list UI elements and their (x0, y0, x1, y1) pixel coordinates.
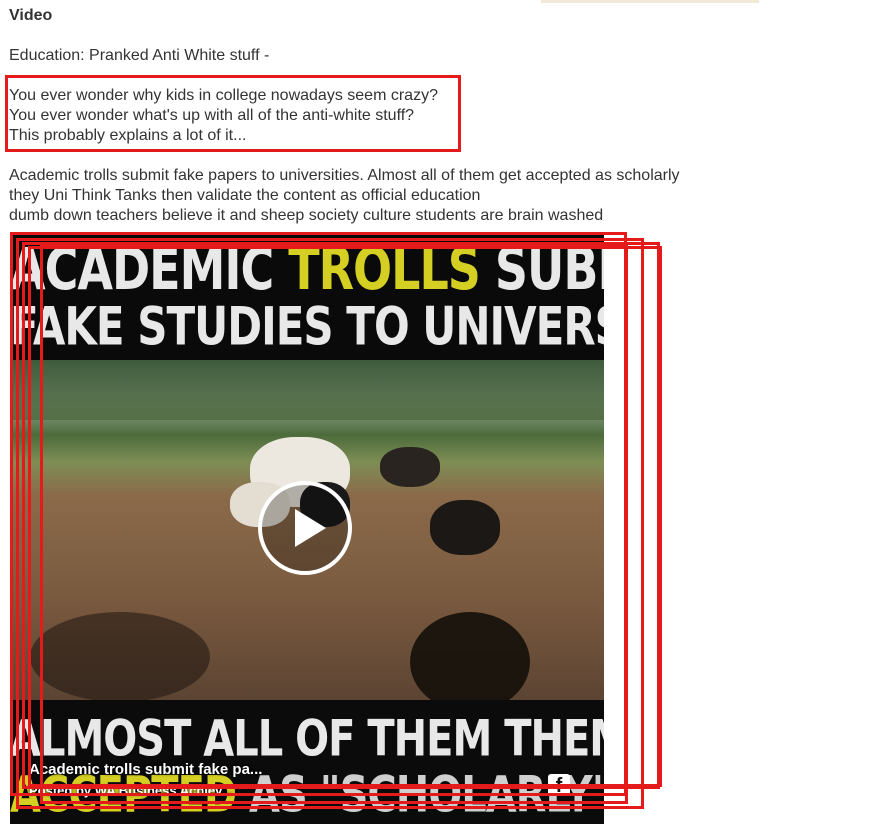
top-decoration (541, 0, 759, 3)
education-line: Education: Pranked Anti White stuff - (9, 47, 270, 64)
paragraph-line: they Uni Think Tanks then validate the c… (9, 187, 481, 204)
red-outline-box (40, 244, 628, 804)
paragraph-line: dumb down teachers believe it and sheep … (9, 207, 604, 224)
paragraph-line: Academic trolls submit fake papers to un… (9, 167, 680, 184)
section-heading: Video (9, 7, 53, 24)
question-highlight-box (5, 75, 461, 152)
